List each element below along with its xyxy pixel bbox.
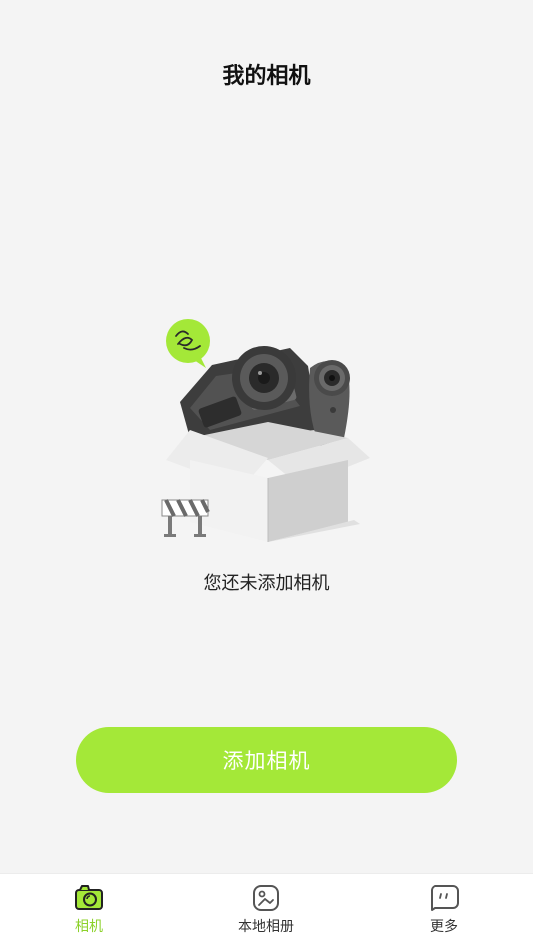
tab-local-album[interactable]: 本地相册 [201,874,331,948]
tab-more-label: 更多 [430,919,458,935]
page-title: 我的相机 [222,64,311,89]
brand-bubble-icon [166,319,210,368]
camera-icon [75,885,103,910]
tab-local-album-label: 本地相册 [238,919,294,935]
cardboard-box-shape [166,422,370,542]
album-icon [253,885,279,911]
tab-camera-label: 相机 [75,919,103,935]
tab-camera[interactable]: 相机 [24,874,154,948]
bottom-tab-bar: 相机 本地相册 更多 [0,873,533,948]
camera-box-illustration [161,319,370,542]
tab-more[interactable]: 更多 [379,874,509,948]
screen: 我的相机 您还未添加相机 添加相机 相机 本地相册 更多 [0,0,533,948]
add-camera-button[interactable]: 添加相机 [76,727,457,793]
empty-state-message: 您还未添加相机 [203,573,330,594]
more-icon [431,885,459,911]
barrier-shape [161,499,210,537]
